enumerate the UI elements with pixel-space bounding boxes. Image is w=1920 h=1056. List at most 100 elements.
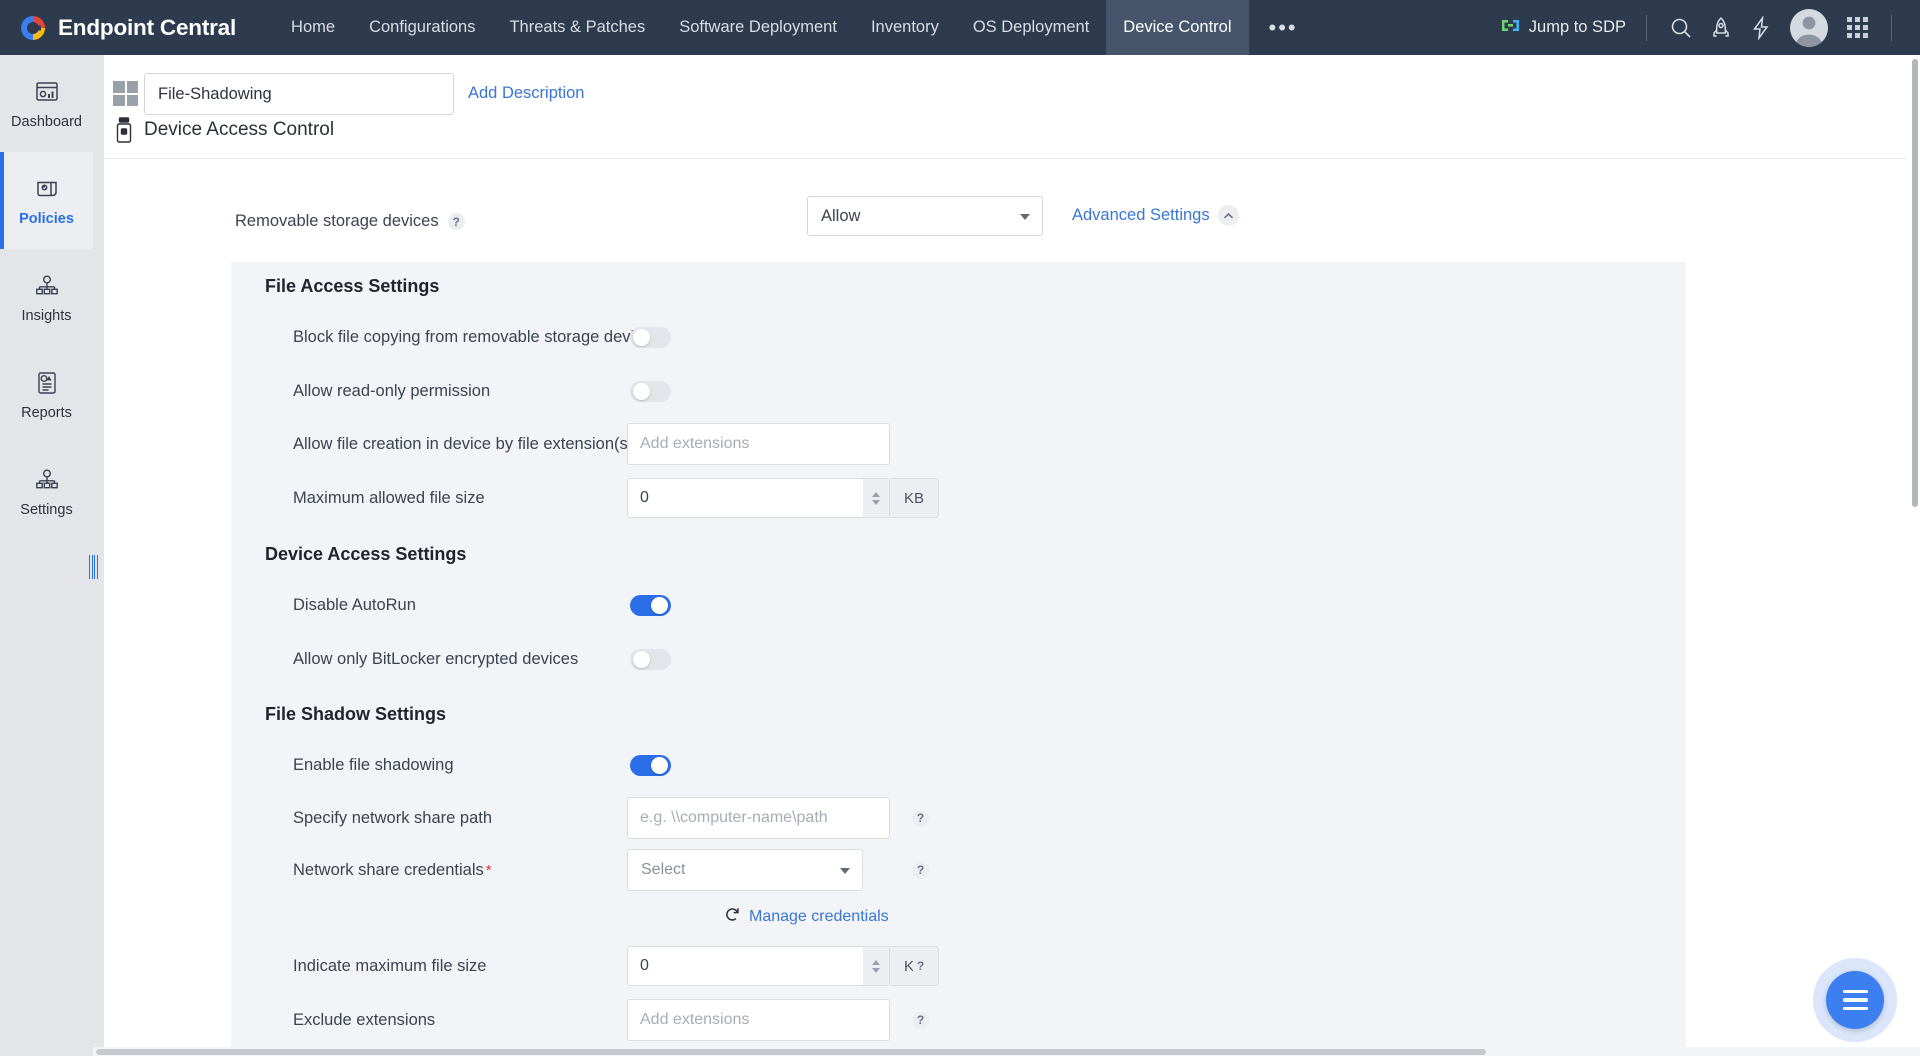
jump-to-sdp-label: Jump to SDP bbox=[1529, 18, 1626, 37]
stepper-arrows[interactable] bbox=[863, 947, 889, 985]
nav-item-threats-patches[interactable]: Threats & Patches bbox=[492, 0, 662, 55]
policy-name-input[interactable] bbox=[144, 73, 454, 115]
search-icon[interactable] bbox=[1661, 8, 1701, 48]
block-file-copying-toggle[interactable] bbox=[630, 327, 671, 348]
row-label: Allow read-only permission bbox=[293, 382, 490, 401]
removable-storage-select-value: Allow bbox=[821, 207, 860, 226]
enable-file-shadowing-toggle[interactable] bbox=[630, 755, 671, 776]
indicate-maximum-file-size-stepper[interactable] bbox=[627, 946, 890, 986]
policy-scroll-icon bbox=[32, 174, 62, 204]
removable-storage-select[interactable]: Allow bbox=[807, 196, 1043, 236]
row-maximum-allowed-file-size: Maximum allowed file size KB bbox=[231, 470, 1686, 526]
refresh-icon bbox=[724, 906, 741, 928]
floating-action-halo bbox=[1813, 958, 1897, 1042]
row-allow-file-creation: Allow file creation in device by file ex… bbox=[231, 418, 1686, 470]
chevron-down-icon bbox=[840, 868, 850, 874]
hamburger-menu-icon[interactable] bbox=[1826, 971, 1884, 1029]
row-indicate-maximum-file-size: Indicate maximum file size KB ? bbox=[231, 938, 1686, 994]
allow-file-creation-extensions-input[interactable] bbox=[627, 423, 890, 465]
settings-icon bbox=[32, 465, 62, 495]
row-label: Indicate maximum file size bbox=[293, 957, 486, 976]
row-allow-readonly: Allow read-only permission bbox=[231, 364, 1686, 418]
dashboard-icon bbox=[32, 77, 62, 107]
row-disable-autorun: Disable AutoRun bbox=[231, 578, 1686, 632]
vertical-scrollbar-thumb[interactable] bbox=[1912, 59, 1918, 507]
help-question-icon[interactable]: ? bbox=[912, 958, 929, 975]
indicate-maximum-file-size-input[interactable] bbox=[628, 947, 863, 985]
row-manage-credentials: Manage credentials bbox=[231, 896, 1686, 938]
avatar[interactable] bbox=[1790, 9, 1828, 47]
rocket-icon[interactable] bbox=[1701, 8, 1741, 48]
help-question-icon[interactable]: ? bbox=[912, 1012, 929, 1029]
row-exclude-extensions: Exclude extensions ? bbox=[231, 994, 1686, 1046]
allow-only-bitlocker-toggle[interactable] bbox=[630, 649, 671, 670]
file-size-unit: KB bbox=[890, 478, 939, 518]
brand[interactable]: Endpoint Central bbox=[0, 13, 236, 43]
main-content: Add Description Device Access Control Re… bbox=[93, 55, 1913, 1056]
row-label: Disable AutoRun bbox=[293, 596, 416, 615]
sidebar-item-policies[interactable]: Policies bbox=[0, 152, 93, 249]
required-asterisk: * bbox=[486, 862, 492, 879]
row-label: Allow file creation in device by file ex… bbox=[293, 435, 633, 454]
maximum-allowed-file-size-stepper[interactable] bbox=[627, 478, 890, 518]
sidebar-item-settings[interactable]: Settings bbox=[0, 443, 93, 540]
apps-grid-icon[interactable] bbox=[1837, 8, 1877, 48]
main-navigation: Home Configurations Threats & Patches So… bbox=[274, 0, 1318, 55]
horizontal-scrollbar-thumb[interactable] bbox=[96, 1049, 1486, 1055]
endpoint-central-logo-icon bbox=[18, 13, 48, 43]
header-divider bbox=[1646, 15, 1647, 41]
add-description-link[interactable]: Add Description bbox=[468, 84, 584, 103]
stepper-arrows[interactable] bbox=[863, 479, 889, 517]
nav-item-os-deployment[interactable]: OS Deployment bbox=[956, 0, 1106, 55]
help-question-icon[interactable]: ? bbox=[912, 810, 929, 827]
vertical-scrollbar[interactable] bbox=[1909, 55, 1920, 1056]
row-network-share-credentials: Network share credentials* Select ? bbox=[231, 844, 1686, 896]
windows-logo-icon bbox=[113, 81, 138, 106]
row-enable-file-shadowing: Enable file shadowing bbox=[231, 738, 1686, 792]
help-question-icon[interactable]: ? bbox=[912, 862, 929, 879]
horizontal-scrollbar[interactable] bbox=[93, 1047, 1920, 1056]
network-share-path-input[interactable] bbox=[627, 797, 890, 839]
jump-to-sdp-button[interactable]: Jump to SDP bbox=[1494, 16, 1632, 40]
row-label: Enable file shadowing bbox=[293, 756, 454, 775]
row-label: Block file copying from removable storag… bbox=[293, 328, 652, 347]
row-label: Specify network share path bbox=[293, 809, 492, 828]
advanced-settings-label: Advanced Settings bbox=[1072, 206, 1210, 225]
sidebar-item-dashboard[interactable]: Dashboard bbox=[0, 55, 93, 152]
row-bitlocker-only: Allow only BitLocker encrypted devices bbox=[231, 632, 1686, 686]
usb-device-icon bbox=[115, 117, 133, 143]
sidebar-item-insights[interactable]: Insights bbox=[0, 249, 93, 346]
help-question-icon[interactable]: ? bbox=[448, 213, 465, 230]
nav-item-inventory[interactable]: Inventory bbox=[854, 0, 956, 55]
header-actions: Jump to SDP bbox=[1494, 0, 1920, 55]
file-access-settings-title: File Access Settings bbox=[265, 276, 439, 297]
allow-read-only-toggle[interactable] bbox=[630, 381, 671, 402]
advanced-settings-toggle[interactable]: Advanced Settings bbox=[1072, 205, 1239, 226]
sidebar-item-reports[interactable]: Reports bbox=[0, 346, 93, 443]
nav-item-device-control[interactable]: Device Control bbox=[1106, 0, 1248, 55]
row-label: Network share credentials* bbox=[293, 861, 492, 880]
nav-item-configurations[interactable]: Configurations bbox=[352, 0, 492, 55]
sidebar-item-label: Settings bbox=[20, 502, 72, 518]
network-share-credentials-select[interactable]: Select bbox=[627, 849, 863, 891]
manage-credentials-link[interactable]: Manage credentials bbox=[724, 906, 889, 928]
nav-more-button[interactable]: ••• bbox=[1249, 0, 1318, 55]
nav-item-software-deployment[interactable]: Software Deployment bbox=[662, 0, 854, 55]
brand-name: Endpoint Central bbox=[58, 15, 236, 41]
maximum-allowed-file-size-input[interactable] bbox=[628, 479, 863, 517]
section-title: Device Access Control bbox=[144, 119, 334, 141]
chevron-up-icon bbox=[1218, 205, 1239, 226]
sidebar-item-label: Dashboard bbox=[11, 114, 82, 130]
exclude-extensions-input[interactable] bbox=[627, 999, 890, 1041]
insights-icon bbox=[32, 271, 62, 301]
sidebar-resize-handle[interactable] bbox=[88, 554, 98, 580]
sidebar-item-label: Policies bbox=[19, 211, 74, 227]
header-divider-2 bbox=[1891, 15, 1892, 41]
disable-autorun-toggle[interactable] bbox=[630, 595, 671, 616]
reports-icon bbox=[32, 368, 62, 398]
left-sidebar: Dashboard Policies Insights bbox=[0, 55, 93, 1056]
lightning-bolt-icon[interactable] bbox=[1741, 8, 1781, 48]
sidebar-item-label: Reports bbox=[21, 405, 72, 421]
nav-item-home[interactable]: Home bbox=[274, 0, 352, 55]
network-share-credentials-value: Select bbox=[641, 861, 685, 879]
